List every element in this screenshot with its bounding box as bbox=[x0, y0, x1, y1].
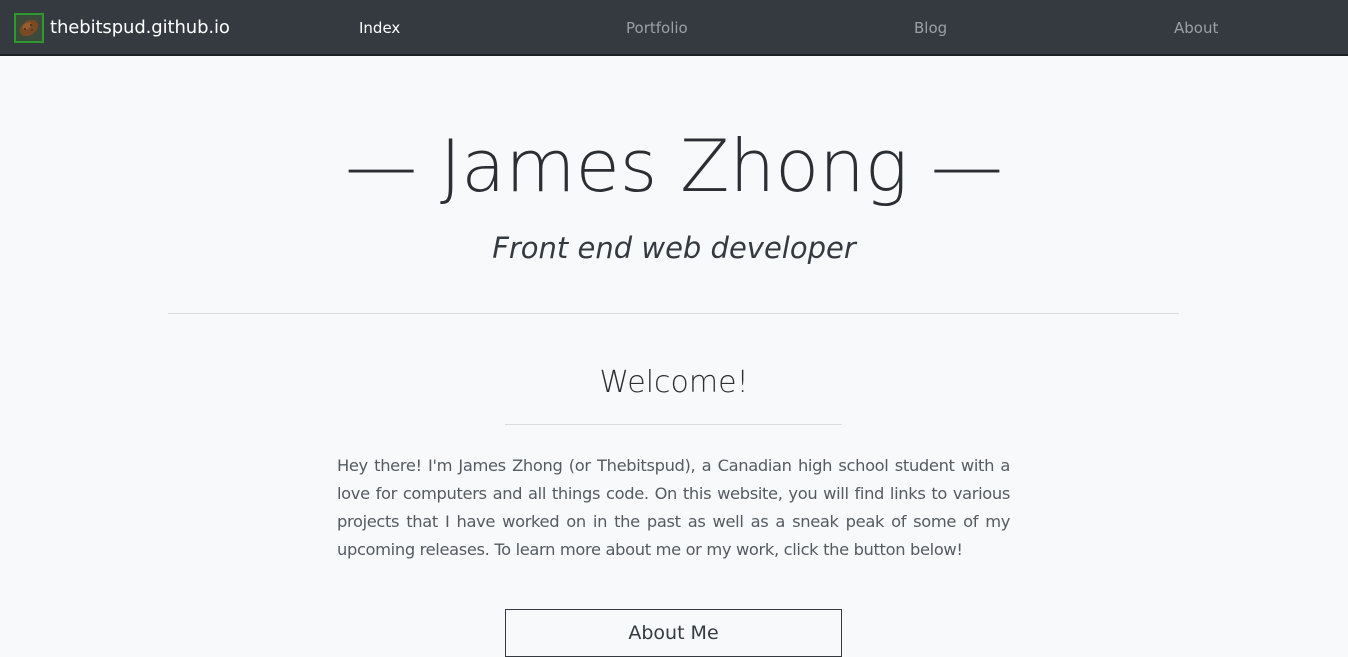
nav-item-blog[interactable]: Blog bbox=[914, 18, 947, 38]
welcome-divider bbox=[505, 424, 842, 425]
potato-logo-icon bbox=[14, 13, 44, 43]
divider bbox=[168, 313, 1179, 314]
nav-item-index[interactable]: Index bbox=[359, 18, 400, 38]
brand-name: thebitspud.github.io bbox=[50, 17, 230, 38]
intro-paragraph: Hey there! I'm James Zhong (or Thebitspu… bbox=[337, 456, 1010, 559]
top-navbar: thebitspud.github.io Index Portfolio Blo… bbox=[0, 0, 1348, 56]
nav-item-portfolio[interactable]: Portfolio bbox=[626, 18, 688, 38]
about-me-button[interactable]: About Me bbox=[505, 609, 842, 657]
brand-link[interactable]: thebitspud.github.io bbox=[14, 12, 230, 44]
page-title: — James Zhong — bbox=[345, 124, 1003, 208]
nav-item-about[interactable]: About bbox=[1174, 18, 1218, 38]
welcome-heading: Welcome! bbox=[599, 365, 749, 400]
page-subtitle: Front end web developer bbox=[492, 231, 856, 265]
